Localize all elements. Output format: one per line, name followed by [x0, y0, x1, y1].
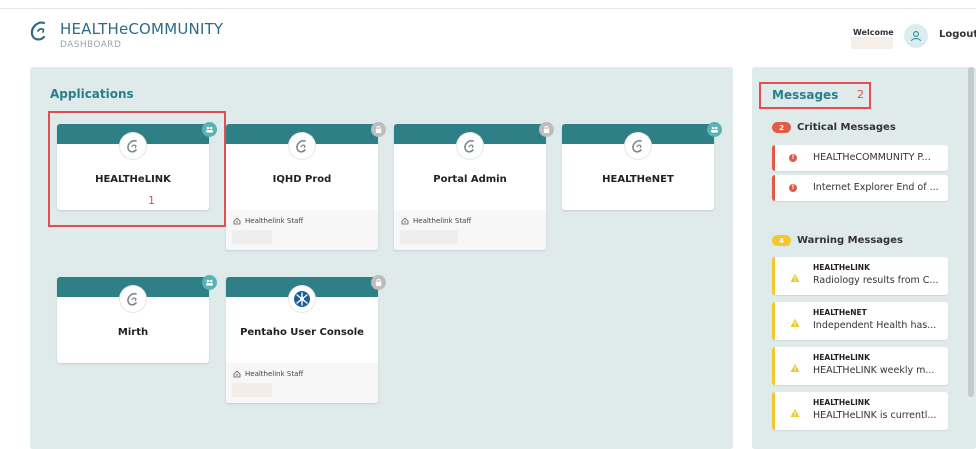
healthecommunity-logo-icon[interactable] [28, 19, 50, 43]
healthelink-logo-icon [127, 292, 137, 306]
card-footer: Healthelink Staff [226, 363, 378, 403]
app-card-name: IQHD Prod [272, 174, 332, 185]
app-card-iqhd-prod[interactable]: IQHD Prod Healthelink Staff [226, 122, 386, 250]
exclamation-icon: ! [789, 184, 797, 192]
page-subtitle: DASHBOARD [60, 40, 122, 50]
healthelink-logo-icon [296, 139, 306, 153]
critical-messages-label: Critical Messages [797, 122, 896, 133]
app-logo [289, 133, 315, 159]
annotation-number-2: 2 [857, 88, 864, 101]
header-divider [0, 8, 976, 9]
app-card-portal-admin[interactable]: Portal Admin Healthelink Staff [394, 122, 554, 250]
critical-message-item[interactable]: ! Internet Explorer End of ... [772, 175, 948, 201]
card-footer-label: Healthelink Staff [233, 217, 303, 225]
message-source: HEALTHeLINK [813, 353, 870, 362]
app-card-name: Pentaho User Console [240, 327, 364, 338]
warning-message-item[interactable]: HEALTHeLINK Radiology results from C... [772, 257, 948, 295]
user-avatar[interactable] [904, 24, 928, 48]
warning-triangle-icon [790, 408, 800, 417]
message-text: Radiology results from C... [813, 275, 939, 286]
welcome-label: Welcome [853, 28, 894, 37]
app-card-name: Mirth [117, 327, 149, 338]
app-card-pentaho-user-console[interactable]: Pentaho User Console Healthelink Staff [226, 275, 386, 403]
applications-title: Applications [50, 87, 134, 101]
annotation-box-2 [759, 82, 871, 109]
message-text: Internet Explorer End of ... [813, 182, 939, 193]
home-icon [401, 217, 409, 225]
users-badge-icon [202, 275, 217, 290]
lock-badge-icon [371, 275, 386, 290]
warning-message-item[interactable]: HEALTHeLINK HEALTHeLINK is currentl... [772, 392, 948, 430]
dashboard-screen: HEALTHeCOMMUNITY DASHBOARD Welcome Logou… [0, 0, 976, 449]
username-redacted [851, 37, 893, 49]
app-logo [120, 286, 146, 312]
message-source: HEALTHeNET [813, 308, 867, 317]
messages-scrollbar[interactable] [968, 67, 974, 397]
critical-indicator [772, 145, 775, 171]
critical-count-badge: 2 [772, 122, 791, 133]
user-icon [910, 31, 922, 42]
message-text: HEALTHeCOMMUNITY P... [813, 152, 931, 163]
app-card-name: Portal Admin [433, 174, 507, 185]
message-text: HEALTHeLINK weekly m... [813, 365, 935, 376]
app-logo [457, 133, 483, 159]
card-footer-label: Healthelink Staff [401, 217, 471, 225]
app-logo [625, 133, 651, 159]
warning-indicator [772, 347, 775, 385]
warning-triangle-icon [790, 363, 800, 372]
lock-badge-icon [539, 122, 554, 137]
warning-messages-label: Warning Messages [797, 235, 903, 246]
brand-title: HEALTHeCOMMUNITY [60, 20, 224, 38]
card-footer: Healthelink Staff [226, 210, 378, 250]
staff-label: Healthelink Staff [245, 370, 304, 378]
logout-button[interactable]: Logout [939, 29, 976, 40]
warning-count-badge: 4 [772, 235, 791, 246]
critical-message-item[interactable]: ! HEALTHeCOMMUNITY P... [772, 145, 948, 171]
card-footer: Healthelink Staff [394, 210, 546, 250]
warning-messages-heading[interactable]: 4 Warning Messages [772, 235, 903, 246]
app-logo [289, 286, 315, 312]
message-text: Independent Health has... [813, 320, 937, 331]
healthelink-logo-icon [464, 139, 474, 153]
annotation-box-1 [48, 111, 226, 227]
exclamation-icon: ! [789, 154, 797, 162]
app-card-mirth[interactable]: Mirth [57, 275, 217, 363]
header: HEALTHeCOMMUNITY DASHBOARD Welcome Logou… [0, 0, 976, 64]
healthelink-logo-icon [632, 139, 642, 153]
pentaho-logo-icon [294, 291, 310, 307]
warning-indicator [772, 257, 775, 295]
home-icon [233, 217, 241, 225]
staff-label: Healthelink Staff [245, 217, 304, 225]
warning-triangle-icon [790, 273, 800, 282]
users-badge-icon [707, 122, 722, 137]
lock-badge-icon [371, 122, 386, 137]
message-source: HEALTHeLINK [813, 398, 870, 407]
redacted-field [232, 230, 272, 244]
app-card-name: HEALTHeNET [602, 174, 674, 185]
redacted-field [400, 230, 458, 244]
card-footer-label: Healthelink Staff [233, 370, 303, 378]
redacted-field [232, 383, 272, 397]
home-icon [233, 370, 241, 378]
annotation-number-1: 1 [148, 194, 155, 207]
critical-messages-heading[interactable]: 2 Critical Messages [772, 122, 896, 133]
staff-label: Healthelink Staff [413, 217, 472, 225]
warning-message-item[interactable]: HEALTHeLINK HEALTHeLINK weekly m... [772, 347, 948, 385]
message-source: HEALTHeLINK [813, 263, 870, 272]
warning-message-item[interactable]: HEALTHeNET Independent Health has... [772, 302, 948, 340]
message-text: HEALTHeLINK is currentl... [813, 410, 937, 421]
app-card-healthenet[interactable]: HEALTHeNET [562, 122, 722, 210]
warning-triangle-icon [790, 318, 800, 327]
critical-indicator [772, 175, 775, 201]
warning-indicator [772, 392, 775, 430]
warning-indicator [772, 302, 775, 340]
